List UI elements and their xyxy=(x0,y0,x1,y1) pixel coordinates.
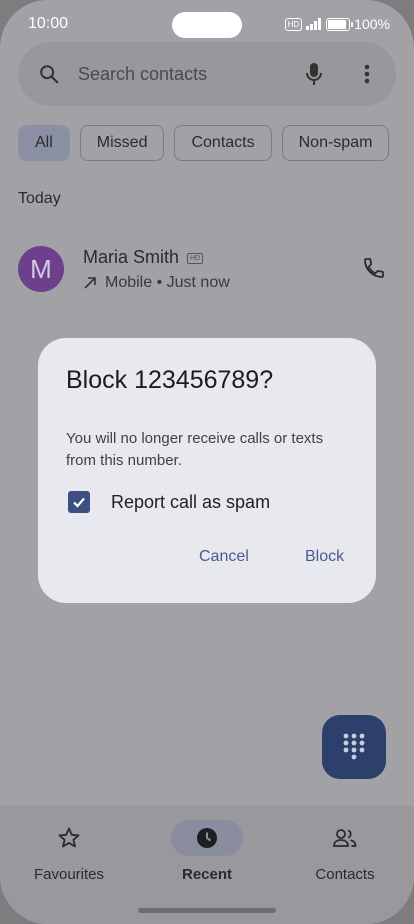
caller-name: Maria Smith xyxy=(83,247,180,267)
battery-percent: 100% xyxy=(354,16,390,32)
dialog-title: Block 123456789? xyxy=(66,366,274,394)
caller-name-row: Maria Smith HD xyxy=(83,247,204,268)
nav-favourites-icon-wrap xyxy=(33,820,105,856)
phone-screen: 10:00 HD 100% Search contacts All Missed… xyxy=(0,0,414,924)
nav-recent-icon-wrap xyxy=(171,820,243,856)
avatar[interactable]: M xyxy=(18,246,64,292)
dialog-body: You will no longer receive calls or text… xyxy=(66,430,324,469)
nav-recent[interactable]: Recent xyxy=(152,820,262,883)
nav-contacts-icon-wrap xyxy=(309,820,381,856)
call-detail: Mobile • Just now xyxy=(105,274,230,291)
gesture-handle[interactable] xyxy=(138,908,276,913)
search-input[interactable]: Search contacts xyxy=(78,64,207,85)
block-button[interactable]: Block xyxy=(305,548,344,566)
star-icon xyxy=(58,827,80,848)
chip-missed[interactable]: Missed xyxy=(79,125,165,161)
hd-call-icon: HD xyxy=(187,253,204,264)
dialpad-button[interactable] xyxy=(322,715,386,779)
report-spam-label[interactable]: Report call as spam xyxy=(111,492,270,513)
nav-favourites-label: Favourites xyxy=(33,866,105,883)
nav-contacts[interactable]: Contacts xyxy=(290,820,400,883)
signal-icon xyxy=(306,18,322,30)
search-bar[interactable]: Search contacts xyxy=(18,42,396,106)
filter-chips: All Missed Contacts Non-spam xyxy=(18,125,390,161)
people-icon xyxy=(333,829,357,847)
search-icon xyxy=(40,65,59,84)
chip-contacts[interactable]: Contacts xyxy=(174,125,272,161)
nav-favourites[interactable]: Favourites xyxy=(14,820,124,883)
outgoing-call-icon xyxy=(84,277,96,289)
cancel-button[interactable]: Cancel xyxy=(199,548,249,566)
mic-icon[interactable] xyxy=(304,62,324,86)
bottom-navigation: Favourites Recent Contacts xyxy=(0,806,414,924)
section-header-today: Today xyxy=(18,190,61,207)
camera-notch xyxy=(172,12,242,38)
nav-recent-label: Recent xyxy=(181,866,233,883)
call-detail-row: Mobile • Just now xyxy=(83,274,230,292)
chip-all[interactable]: All xyxy=(18,125,70,161)
check-icon xyxy=(73,497,85,508)
call-log-item[interactable]: M Maria Smith HD Mobile • Just now xyxy=(18,240,396,300)
status-icons: HD 100% xyxy=(284,16,390,32)
report-spam-checkbox[interactable] xyxy=(68,491,90,513)
clock-icon xyxy=(197,828,217,848)
phone-icon[interactable] xyxy=(362,256,386,280)
hd-icon: HD xyxy=(284,17,303,31)
more-vert-icon[interactable] xyxy=(364,64,370,84)
status-time: 10:00 xyxy=(28,15,69,32)
chip-non-spam[interactable]: Non-spam xyxy=(281,125,390,161)
dialpad-icon xyxy=(343,733,365,760)
nav-contacts-label: Contacts xyxy=(315,866,375,883)
block-dialog: Block 123456789? You will no longer rece… xyxy=(38,338,376,603)
battery-icon xyxy=(326,17,354,31)
